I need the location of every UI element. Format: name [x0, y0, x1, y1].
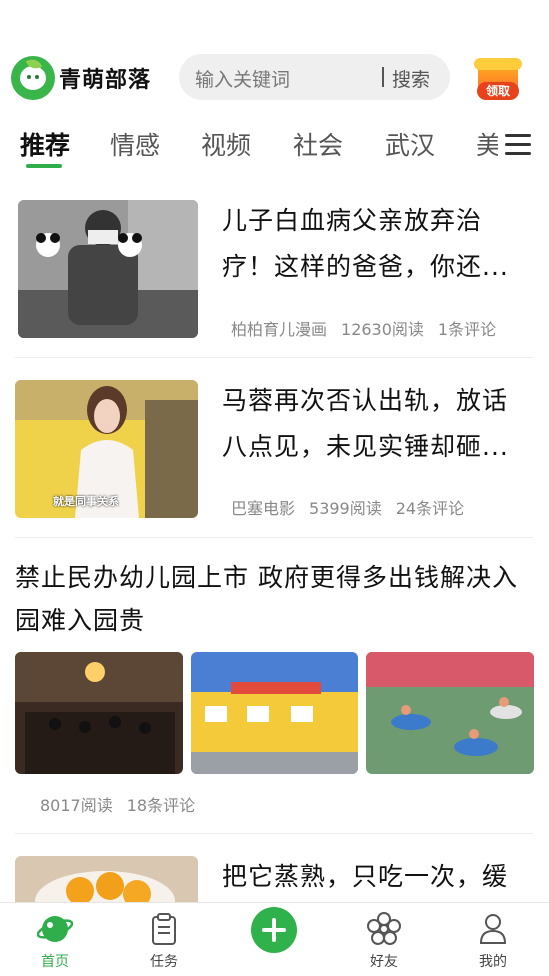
active-tab-indicator [26, 164, 62, 168]
friends-flower-icon [367, 912, 401, 945]
article-meta: 柏柏育儿漫画 12630阅读 1条评论 [231, 316, 510, 340]
article-title[interactable]: 儿子白血病父亲放弃治疗！这样的爸爸，你还... [222, 198, 526, 290]
article-source: 巴塞电影 [231, 499, 296, 518]
app-logo[interactable] [11, 56, 55, 100]
article-thumbnail: 就是同事关系 [15, 380, 198, 518]
article-image-2 [191, 652, 358, 774]
nav-home[interactable]: 首页 [15, 903, 95, 976]
article-meta: 巴塞电影 5399阅读 24条评论 [231, 495, 478, 519]
tab-partial[interactable]: 美 [476, 126, 498, 162]
divider [15, 537, 533, 538]
search-bar[interactable]: 输入关键词 搜索 [179, 54, 450, 100]
grayscale-photo-image [18, 200, 198, 338]
top-header: 青萌部落 输入关键词 搜索 领取 [0, 50, 549, 106]
logo-eye [35, 75, 39, 79]
tab-recommend[interactable]: 推荐 [20, 126, 70, 162]
tab-menu-icon[interactable] [505, 132, 531, 158]
article-image-1 [15, 652, 183, 774]
clipboard-icon [152, 913, 176, 945]
search-placeholder[interactable]: 输入关键词 [195, 65, 290, 92]
nav-mine-label: 我的 [479, 954, 507, 970]
gift-lid [474, 58, 522, 70]
playground-image [366, 652, 534, 774]
nav-friends-label: 好友 [370, 954, 398, 970]
nav-tasks-label: 任务 [150, 954, 178, 970]
night-street-image [15, 652, 183, 774]
user-profile-icon [479, 914, 507, 944]
article-comments: 24条评论 [395, 499, 465, 518]
article-title[interactable]: 马蓉再次否认出轨，放话八点见，未见实锤却砸... [222, 378, 526, 470]
article-reads: 5399阅读 [309, 499, 382, 518]
nav-mine[interactable]: 我的 [453, 903, 533, 976]
article-image-3 [366, 652, 534, 774]
add-post-button[interactable] [251, 907, 297, 953]
article-title[interactable]: 把它蒸熟，只吃一次，缓 [222, 854, 526, 900]
logo-face [20, 66, 46, 90]
article-meta: 8017阅读 18条评论 [40, 792, 209, 816]
bottom-navigation: 首页 任务 好友 我的 [0, 902, 549, 976]
logo-eye [27, 75, 31, 79]
article-reads: 12630阅读 [341, 320, 424, 339]
tab-society[interactable]: 社会 [293, 126, 343, 162]
tab-wuhan[interactable]: 武汉 [385, 126, 435, 162]
kindergarten-building-image [191, 652, 358, 774]
article-title[interactable]: 禁止民办幼儿园上市 政府更得多出钱解决入园难入园贵 [15, 556, 535, 642]
home-planet-icon [37, 916, 73, 942]
article-source: 柏柏育儿漫画 [231, 320, 328, 339]
search-button[interactable]: 搜索 [392, 65, 430, 92]
nav-tasks[interactable]: 任务 [124, 903, 204, 976]
category-tabs: 推荐 情感 视频 社会 武汉 美 [0, 118, 549, 174]
search-divider [382, 67, 384, 87]
brand-name: 青萌部落 [59, 68, 152, 93]
reward-label: 领取 [477, 82, 519, 100]
tab-emotion[interactable]: 情感 [110, 126, 160, 162]
divider [15, 357, 533, 358]
article-comments: 18条评论 [126, 796, 196, 815]
thumbnail-caption: 就是同事关系 [53, 495, 119, 508]
divider [15, 833, 533, 834]
nav-home-label: 首页 [41, 954, 69, 970]
app-screen: 青萌部落 输入关键词 搜索 领取 推荐 情感 视频 社会 武汉 美 儿子白血病父… [0, 0, 549, 976]
reward-gift-button[interactable]: 领取 [470, 54, 526, 102]
article-comments: 1条评论 [437, 320, 497, 339]
article-reads: 8017阅读 [40, 796, 113, 815]
tab-video[interactable]: 视频 [201, 126, 251, 162]
article-thumbnail [18, 200, 198, 338]
nav-friends[interactable]: 好友 [344, 903, 424, 976]
